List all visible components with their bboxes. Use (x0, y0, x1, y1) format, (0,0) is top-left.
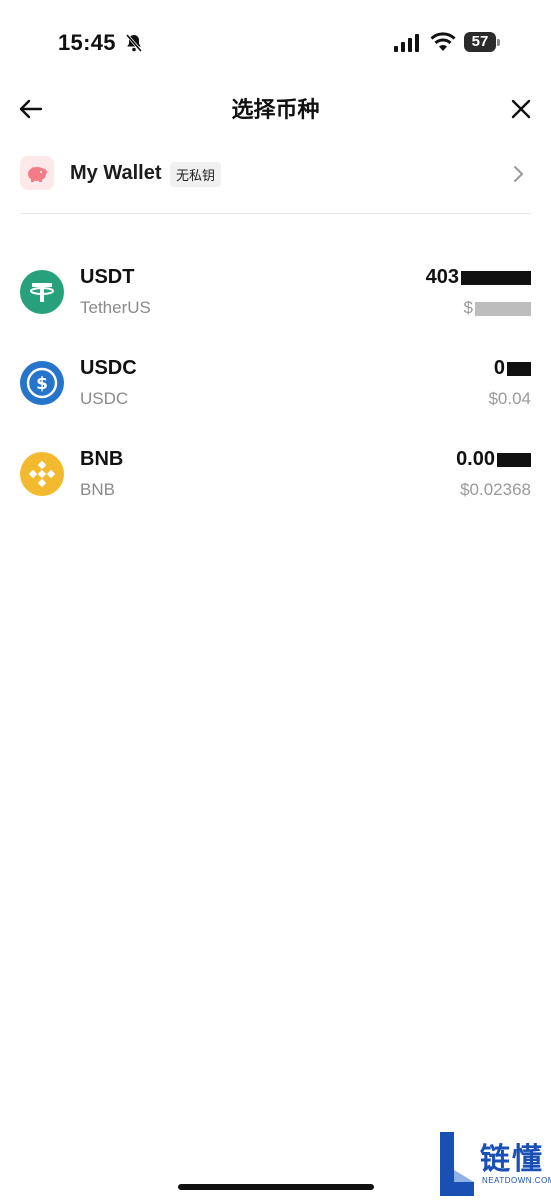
token-row-bnb[interactable]: BNB BNB 0.00 $0.02368 (20, 446, 531, 518)
home-indicator[interactable] (178, 1184, 374, 1190)
signal-icon (394, 34, 419, 52)
tether-icon (20, 270, 64, 314)
token-usd-value: $0.02368 (460, 480, 531, 499)
nav-bar: 选择币种 (0, 80, 551, 136)
divider (20, 213, 531, 214)
token-balance: 0.00 (456, 448, 531, 471)
watermark-logo: 链懂 NEATDOWN.COM (436, 1130, 551, 1198)
wallet-badge: 无私钥 (170, 162, 222, 187)
status-time: 15:45 (58, 30, 116, 55)
page-title: 选择币种 (231, 97, 320, 122)
token-row-usdt[interactable]: USDT TetherUS 403 $ (20, 264, 531, 336)
usdc-icon: $ (20, 361, 64, 405)
token-balance: 403 (426, 266, 531, 289)
token-usd-value: $0.04 (488, 389, 531, 408)
token-balance: 0 (494, 357, 531, 380)
token-symbol: BNB (80, 448, 124, 470)
watermark-sub: NEATDOWN.COM (482, 1176, 551, 1185)
bell-slash-icon (125, 34, 143, 52)
close-icon[interactable] (506, 94, 536, 124)
status-bar: 15:45 57 (0, 0, 551, 80)
token-name: BNB (80, 480, 115, 499)
battery-level: 57 (464, 32, 496, 52)
token-name: TetherUS (80, 298, 151, 317)
battery-icon: 57 (464, 32, 502, 54)
wallet-selector[interactable]: My Wallet 无私钥 (20, 152, 531, 198)
token-name: USDC (80, 389, 129, 408)
chevron-right-icon (514, 166, 523, 182)
token-row-usdc[interactable]: $ USDC USDC 0 $0.04 (20, 355, 531, 427)
token-usd-value: $ (464, 298, 531, 318)
token-symbol: USDT (80, 266, 135, 288)
bnb-icon (20, 452, 64, 496)
piggy-bank-icon (20, 156, 54, 190)
wallet-name: My Wallet (70, 162, 162, 184)
svg-text:$: $ (36, 374, 48, 394)
wifi-icon (430, 32, 456, 51)
token-symbol: USDC (80, 357, 137, 379)
watermark-l-icon (440, 1132, 474, 1196)
watermark-text: 链懂 (480, 1143, 544, 1176)
